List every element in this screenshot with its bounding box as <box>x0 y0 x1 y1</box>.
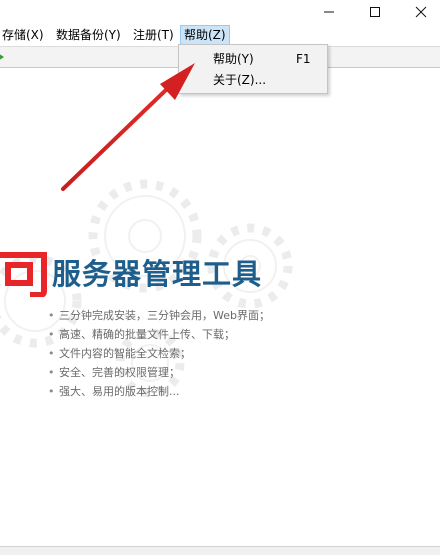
maximize-button[interactable] <box>352 0 398 24</box>
product-title: 服务器管理工具 <box>52 257 263 291</box>
menu-storage[interactable]: 存储(X) <box>0 25 48 45</box>
title-bar <box>0 0 440 24</box>
logo-icon <box>0 252 47 297</box>
menu-item-about-label: 关于(Z)... <box>213 73 267 87</box>
feature-item: 强大、易用的版本控制... <box>48 382 270 401</box>
menu-item-help-label: 帮助(Y) <box>213 52 254 66</box>
minimize-button[interactable] <box>306 0 352 24</box>
menu-help[interactable]: 帮助(Z) <box>180 25 230 45</box>
close-icon <box>415 6 427 18</box>
menu-bar: 存储(X) 数据备份(Y) 注册(T) 帮助(Z) <box>0 24 440 46</box>
feature-item: 安全、完善的权限管理； <box>48 363 270 382</box>
app-window: 存储(X) 数据备份(Y) 注册(T) 帮助(Z) 帮助(Y) F1 关于(Z)… <box>0 0 440 555</box>
close-button[interactable] <box>398 0 440 24</box>
feature-item: 三分钟完成安装，三分钟会用，Web界面； <box>48 306 270 325</box>
minimize-icon <box>324 11 334 13</box>
feature-item: 文件内容的智能全文检索； <box>48 344 270 363</box>
maximize-icon <box>370 7 380 17</box>
menu-item-help[interactable]: 帮助(Y) F1 <box>180 48 326 70</box>
toolbar-partial-icon[interactable] <box>0 51 6 63</box>
menu-item-about[interactable]: 关于(Z)... <box>180 69 326 91</box>
feature-list: 三分钟完成安装，三分钟会用，Web界面； 高速、精确的批量文件上传、下载； 文件… <box>48 306 270 401</box>
status-bar <box>0 546 440 555</box>
feature-item: 高速、精确的批量文件上传、下载； <box>48 325 270 344</box>
menu-data-backup[interactable]: 数据备份(Y) <box>52 25 125 45</box>
help-dropdown-menu: 帮助(Y) F1 关于(Z)... <box>178 44 328 94</box>
menu-item-help-shortcut: F1 <box>296 52 311 66</box>
menu-register[interactable]: 注册(T) <box>129 25 178 45</box>
logo-mark <box>0 251 50 297</box>
product-logo: 服务器管理工具 <box>0 251 262 297</box>
main-content: 服务器管理工具 三分钟完成安装，三分钟会用，Web界面； 高速、精确的批量文件上… <box>0 68 440 546</box>
